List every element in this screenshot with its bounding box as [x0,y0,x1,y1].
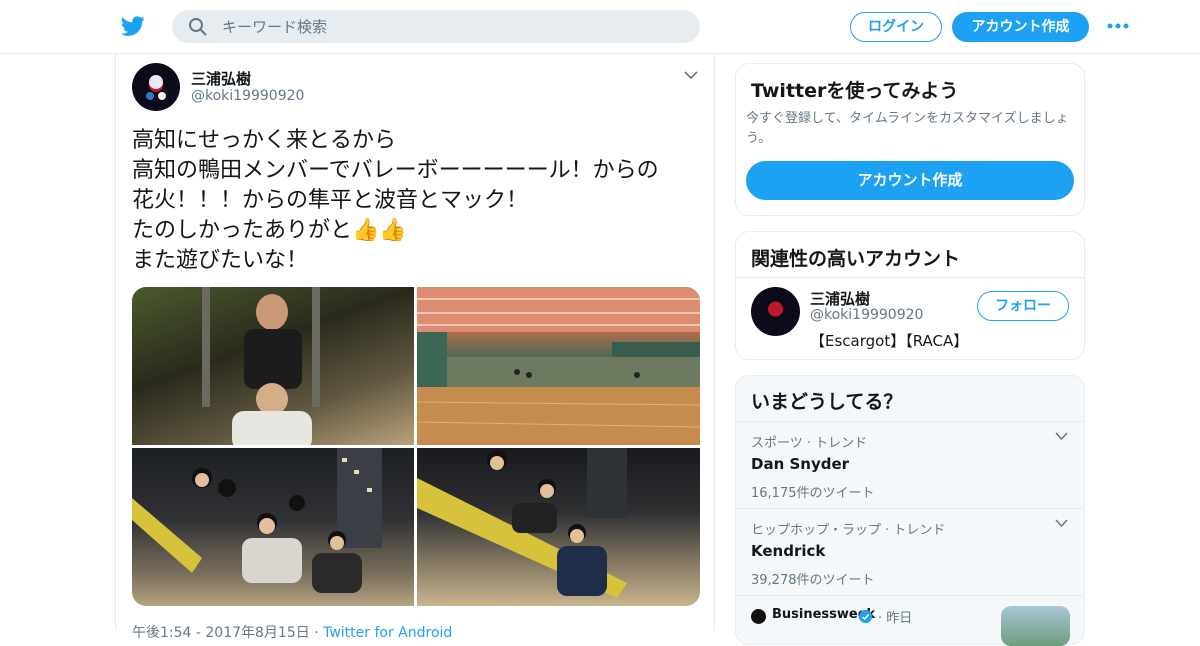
top-navigation-bar: ログイン アカウント作成 [0,0,1200,54]
more-dots-icon[interactable] [1106,18,1130,34]
chevron-down-icon[interactable] [1055,432,1068,441]
tweet-photo[interactable] [416,287,700,445]
divider [736,277,1084,278]
search-input[interactable] [222,10,682,43]
avatar[interactable] [751,287,800,336]
divider [736,421,1084,422]
trend-category: スポーツ · トレンド [751,436,868,451]
related-user-handle[interactable]: @koki19990920 [810,307,923,323]
try-twitter-card: Twitterを使ってみよう 今すぐ登録して、タイムラインをカスタマイズしましょ… [735,63,1085,216]
search-bar[interactable] [172,10,700,43]
login-button[interactable]: ログイン [850,12,942,42]
follow-button[interactable]: フォロー [977,291,1069,321]
tweet-photo[interactable] [132,287,414,451]
tweet-meta: 午後1:54 - 2017年8月15日 · Twitter for Androi… [132,625,453,641]
tweet-user-handle[interactable]: @koki19990920 [191,88,304,104]
tweet-user-name[interactable]: 三浦弘樹 [191,68,251,89]
tweet-source-link[interactable]: Twitter for Android [323,625,452,641]
related-accounts-title: 関連性の高いアカウント [751,248,961,270]
trend-name[interactable]: Dan Snyder [751,455,1076,473]
tweet-media-grid[interactable] [132,287,700,606]
try-twitter-title: Twitterを使ってみよう [751,80,959,102]
news-time: · 昨日 [878,611,913,626]
news-thumbnail[interactable] [1001,606,1070,646]
trend-item[interactable]: ヒップホップ・ラップ · トレンド Kendrick 39,278件のツイート [751,519,1076,588]
tweet-text: 高知にせっかく来とるから 高知の鴨田メンバーでバレーボーーーーール！からの 花火… [132,128,659,273]
signup-cta-button[interactable]: アカウント作成 [746,161,1074,200]
chevron-down-icon[interactable] [1055,519,1068,528]
related-accounts-card: 関連性の高いアカウント 三浦弘樹 @koki19990920 【Escargot… [735,231,1085,360]
related-user-name[interactable]: 三浦弘樹 [810,288,870,309]
divider [736,508,1084,509]
trend-category: ヒップホップ・ラップ · トレンド [751,523,946,538]
tweet-photo[interactable] [132,448,414,606]
twitter-bird-icon[interactable] [120,14,146,38]
tweet-column: 三浦弘樹 @koki19990920 高知にせっかく来とるから 高知の鴨田メンバ… [115,54,715,641]
tweet-photo[interactable] [417,448,700,606]
divider [736,595,1084,596]
avatar[interactable] [132,63,180,111]
trend-name[interactable]: Kendrick [751,542,1076,560]
trend-tweet-count: 16,175件のツイート [751,486,875,501]
trends-card: いまどうしてる？ スポーツ · トレンド Dan Snyder 16,175件の… [735,375,1085,646]
businessweek-logo-icon [751,609,766,624]
search-icon [189,18,207,36]
trends-title: いまどうしてる？ [751,391,903,413]
trend-tweet-count: 39,278件のツイート [751,573,875,588]
signup-button[interactable]: アカウント作成 [952,12,1089,42]
chevron-down-icon[interactable] [684,70,698,80]
tweet-timestamp[interactable]: 午後1:54 - 2017年8月15日 [132,625,310,641]
try-twitter-description: 今すぐ登録して、タイムラインをカスタマイズしましょう。 [746,111,1069,146]
trend-item[interactable]: スポーツ · トレンド Dan Snyder 16,175件のツイート [751,432,1076,501]
verified-badge-icon [859,610,872,623]
related-user-bio: 【Escargot】【RACA】 [810,332,969,350]
